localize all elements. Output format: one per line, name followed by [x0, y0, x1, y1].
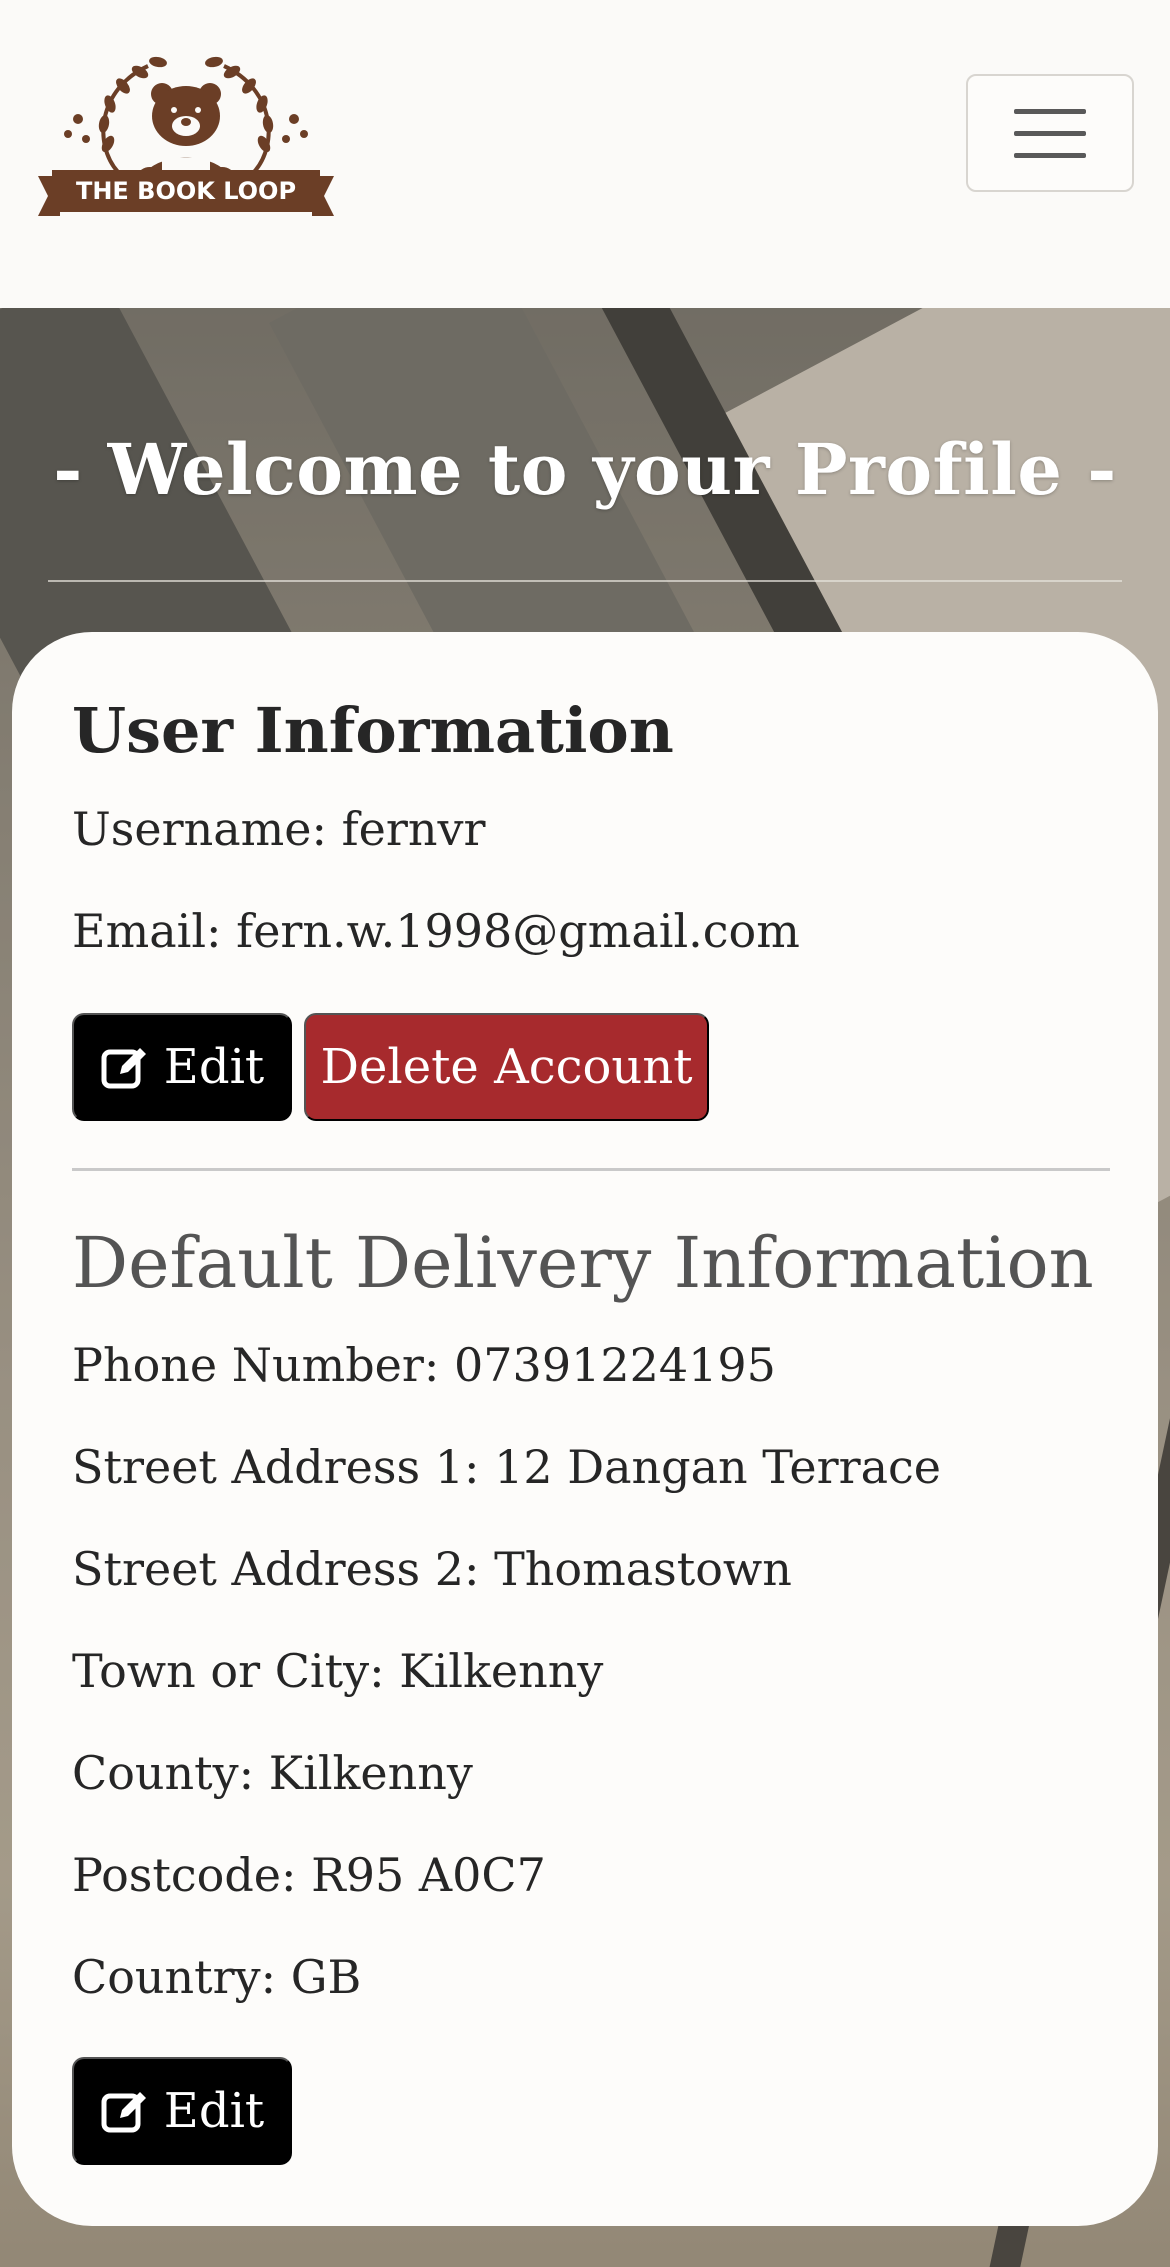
- logo-text: THE BOOK LOOP: [76, 177, 296, 205]
- page-title: - Welcome to your Profile -: [53, 428, 1117, 511]
- profile-card: User Information Username: fernvr Email:…: [12, 632, 1158, 2226]
- edit-icon: [101, 2092, 146, 2133]
- section-divider: [72, 1168, 1110, 1171]
- street2-text: Street Address 2: Thomastown: [72, 1542, 792, 1596]
- town-text: Town or City: Kilkenny: [72, 1644, 604, 1698]
- username-text: Username: fernvr: [72, 802, 486, 856]
- navbar-toggler-button[interactable]: [966, 74, 1134, 192]
- edit-user-label: Edit: [163, 1039, 265, 1095]
- street1-text: Street Address 1: 12 Dangan Terrace: [72, 1440, 942, 1494]
- postcode-text: Postcode: R95 A0C7: [72, 1848, 546, 1902]
- user-info-heading: User Information: [72, 694, 674, 767]
- bear-logo-icon: THE BOOK LOOP: [38, 56, 334, 216]
- title-divider: [48, 580, 1122, 582]
- country-text: Country: GB: [72, 1950, 362, 2004]
- delete-account-label: Delete Account: [320, 1039, 693, 1095]
- delete-account-button[interactable]: Delete Account: [304, 1013, 709, 1121]
- brand-logo[interactable]: THE BOOK LOOP: [38, 44, 334, 224]
- delivery-info-heading: Default Delivery Information: [72, 1222, 1094, 1304]
- phone-text: Phone Number: 07391224195: [72, 1338, 776, 1392]
- email-text: Email: fern.w.1998@gmail.com: [72, 904, 800, 958]
- hamburger-menu-icon: [1014, 108, 1086, 114]
- edit-icon: [101, 1048, 146, 1089]
- edit-delivery-button[interactable]: Edit: [72, 2057, 292, 2165]
- navbar: THE BOOK LOOP: [0, 0, 1170, 308]
- county-text: County: Kilkenny: [72, 1746, 473, 1800]
- edit-delivery-label: Edit: [163, 2083, 265, 2139]
- edit-user-button[interactable]: Edit: [72, 1013, 292, 1121]
